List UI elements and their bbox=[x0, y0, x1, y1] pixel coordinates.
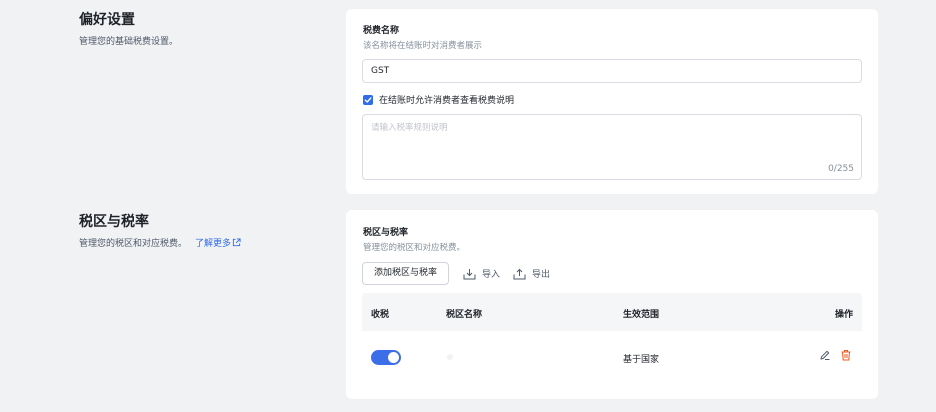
delete-icon[interactable] bbox=[840, 349, 852, 361]
zone-name-cell bbox=[447, 354, 453, 360]
tax-description-placeholder: 请输入税率规则说明 bbox=[371, 123, 448, 133]
tax-name-input[interactable]: GST bbox=[362, 59, 862, 83]
tax-name-label: 税费名称 bbox=[363, 26, 400, 36]
tax-zones-description-text: 管理您的税区和对应税费。 bbox=[79, 239, 188, 249]
preferences-card: 税费名称 该名称将在结账时对消费者展示 GST 在结账时允许消费者查看税费说明 … bbox=[346, 9, 878, 194]
tax-zones-section-title: 税区与税率 bbox=[79, 214, 149, 230]
import-icon bbox=[463, 268, 476, 279]
character-counter: 0/255 bbox=[828, 164, 854, 174]
toggle-knob bbox=[388, 352, 399, 363]
scope-cell: 基于国家 bbox=[623, 355, 660, 365]
tax-zones-card-description: 管理您的税区和对应税费。 bbox=[363, 243, 466, 253]
allow-view-checkbox-row[interactable]: 在结账时允许消费者查看税费说明 bbox=[363, 93, 514, 106]
column-scope: 生效范围 bbox=[623, 310, 660, 320]
export-label: 导出 bbox=[532, 270, 551, 280]
edit-icon[interactable] bbox=[819, 349, 831, 361]
collect-tax-toggle[interactable] bbox=[371, 350, 401, 365]
external-link-icon bbox=[232, 238, 241, 247]
preferences-section-description: 管理您的基础税费设置。 bbox=[79, 37, 179, 47]
import-button[interactable]: 导入 bbox=[463, 267, 500, 280]
tax-zones-table: 收税 税区名称 生效范围 操作 基于国家 bbox=[362, 293, 862, 399]
column-zone-name: 税区名称 bbox=[446, 310, 483, 320]
tax-name-help: 该名称将在结账时对消费者展示 bbox=[363, 41, 483, 51]
learn-more-label: 了解更多 bbox=[195, 239, 232, 249]
column-actions: 操作 bbox=[834, 310, 853, 320]
tax-zones-card-title: 税区与税率 bbox=[363, 228, 409, 238]
learn-more-link[interactable]: 了解更多 bbox=[195, 238, 241, 249]
export-button[interactable]: 导出 bbox=[513, 267, 550, 280]
add-tax-zone-button[interactable]: 添加税区与税率 bbox=[362, 262, 449, 285]
table-header: 收税 税区名称 生效范围 操作 bbox=[362, 293, 862, 331]
allow-view-checkbox[interactable] bbox=[363, 94, 373, 105]
settings-page: 偏好设置 管理您的基础税费设置。 税费名称 该名称将在结账时对消费者展示 GST… bbox=[0, 0, 936, 412]
allow-view-label: 在结账时允许消费者查看税费说明 bbox=[379, 96, 515, 106]
tax-zones-section-description: 管理您的税区和对应税费。 了解更多 bbox=[79, 236, 241, 249]
preferences-section-title: 偏好设置 bbox=[79, 12, 135, 28]
table-row: 基于国家 bbox=[362, 331, 862, 383]
tax-description-textarea[interactable]: 请输入税率规则说明 0/255 bbox=[362, 114, 862, 180]
import-label: 导入 bbox=[482, 270, 501, 280]
check-icon bbox=[364, 96, 372, 103]
column-collect: 收税 bbox=[371, 310, 390, 320]
tax-zones-card: 税区与税率 管理您的税区和对应税费。 添加税区与税率 导入 导出 收税 税区名称… bbox=[346, 210, 878, 399]
export-icon bbox=[513, 268, 526, 279]
